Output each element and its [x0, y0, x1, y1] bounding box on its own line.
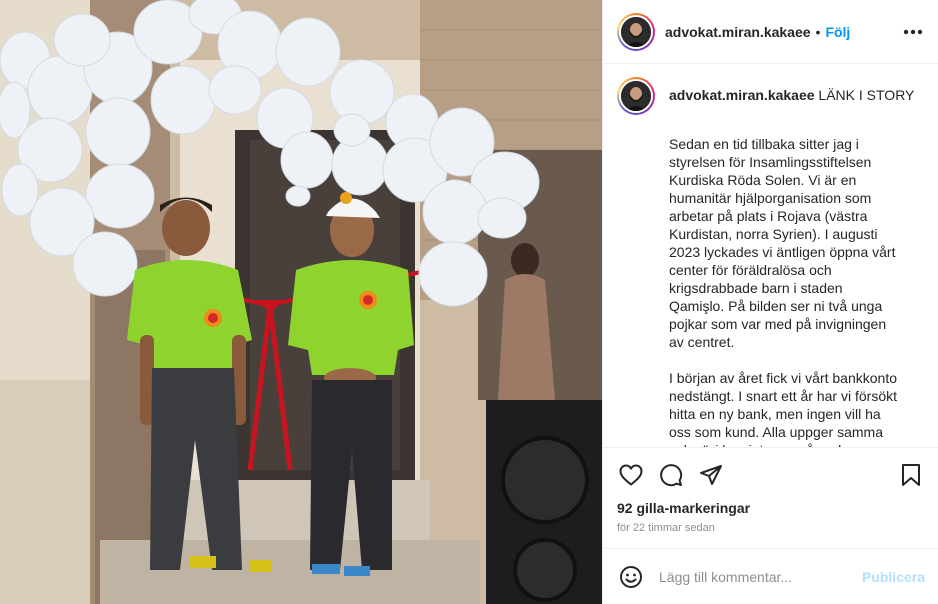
caption-header: advokat.miran.kakaee LÄNK I STORY [617, 77, 925, 115]
more-horizontal-icon[interactable] [901, 20, 925, 44]
action-icons-row [617, 448, 925, 502]
likes-count[interactable]: 92 gilla-markeringar [617, 500, 925, 516]
bookmark-icon[interactable] [897, 461, 925, 489]
header-username[interactable]: advokat.miran.kakaee [665, 24, 811, 40]
emoji-icon[interactable] [617, 563, 645, 591]
post-photo[interactable] [0, 0, 602, 604]
post-timestamp[interactable]: för 22 timmar sedan [617, 522, 925, 534]
caption-heading: advokat.miran.kakaee LÄNK I STORY [669, 77, 914, 115]
post-photo-image [0, 0, 602, 604]
caption-area[interactable]: advokat.miran.kakaee LÄNK I STORY Sedan … [603, 65, 938, 447]
share-icon[interactable] [697, 461, 725, 489]
post-sidebar: advokat.miran.kakaee • Följ advokat.mira… [602, 0, 938, 604]
post-actions: 92 gilla-markeringar för 22 timmar sedan [603, 447, 938, 547]
comment-icon[interactable] [657, 461, 685, 489]
header-separator: • [815, 23, 821, 40]
heart-icon[interactable] [617, 461, 645, 489]
caption-username[interactable]: advokat.miran.kakaee [669, 87, 815, 103]
publish-button[interactable]: Publicera [862, 569, 925, 585]
post-header: advokat.miran.kakaee • Följ [603, 0, 938, 64]
follow-button[interactable]: Följ [825, 24, 850, 40]
comment-input[interactable] [659, 568, 849, 585]
avatar[interactable] [617, 12, 655, 51]
caption-avatar-image [621, 81, 651, 111]
avatar-image [621, 16, 651, 47]
caption-body: Sedan en tid tillbaka sitter jag i styre… [669, 136, 897, 447]
caption-headline: LÄNK I STORY [818, 87, 915, 103]
comment-bar: Publicera [603, 548, 938, 604]
caption-avatar[interactable] [617, 77, 655, 115]
